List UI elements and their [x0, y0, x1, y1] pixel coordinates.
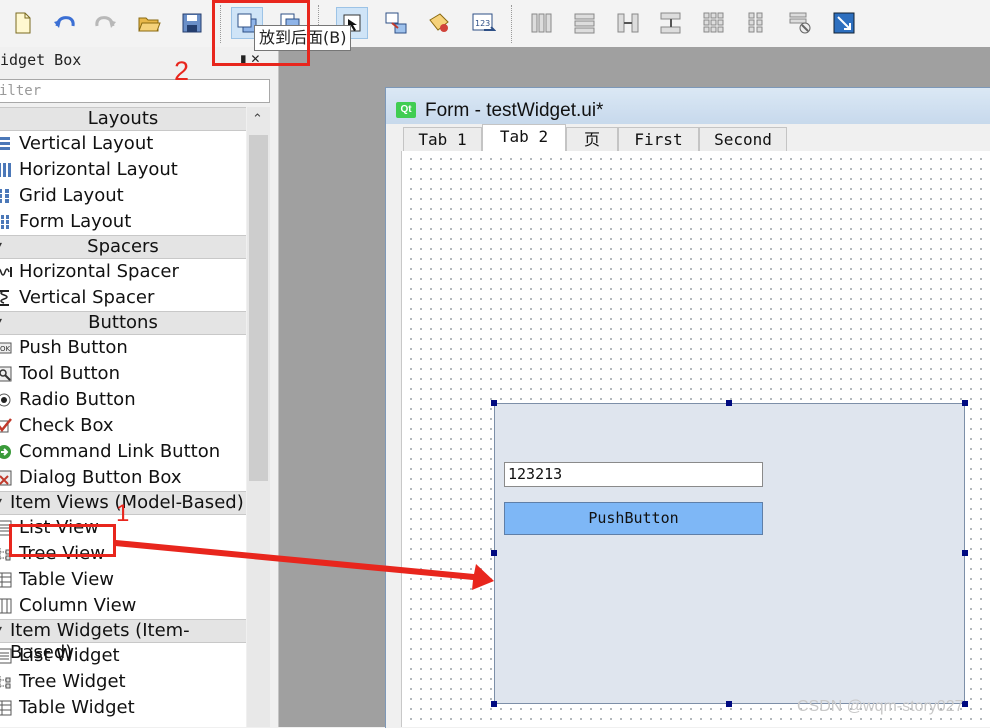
list-item[interactable]: Table View — [0, 567, 246, 593]
list-item[interactable]: Command Link Button — [0, 439, 246, 465]
layout-form-icon[interactable] — [741, 7, 773, 39]
list-item[interactable]: Radio Button — [0, 387, 246, 413]
filter-input[interactable]: ilter — [0, 79, 270, 103]
layout-horizontally-icon[interactable] — [526, 7, 558, 39]
resize-handle[interactable] — [962, 550, 968, 556]
dialog-button-box-icon — [0, 470, 12, 486]
tab-1[interactable]: Tab 1 — [403, 127, 482, 151]
save-icon[interactable] — [176, 7, 208, 39]
annotation-step-2: 2 — [174, 56, 190, 86]
category-header[interactable]: ▾Spacers — [0, 235, 246, 259]
resize-handle[interactable] — [726, 400, 732, 406]
list-widget-icon — [0, 648, 12, 664]
list-item[interactable]: List Widget — [0, 643, 246, 669]
list-item[interactable]: Dialog Button Box — [0, 465, 246, 491]
widget-list-scrollbar[interactable]: ⌃ — [247, 107, 270, 727]
break-layout-icon[interactable] — [784, 7, 816, 39]
list-item[interactable]: Vertical Layout — [0, 131, 246, 157]
resize-handle[interactable] — [491, 400, 497, 406]
selected-container-widget[interactable] — [494, 403, 965, 704]
category-header[interactable]: ▾Buttons — [0, 311, 246, 335]
annotation-highlight-list-view — [9, 524, 116, 557]
edit-signals-slots-icon[interactable] — [380, 7, 412, 39]
edit-buddies-icon[interactable] — [423, 7, 455, 39]
resize-handle[interactable] — [491, 701, 497, 707]
radio-button-icon — [0, 393, 11, 407]
tab-3[interactable]: 页 — [566, 127, 618, 151]
qt-logo-icon: Qt — [396, 102, 416, 118]
vertical-spacer-icon — [0, 290, 9, 306]
push-button-icon: OK — [0, 342, 12, 354]
widget-box-title: idget Box — [0, 51, 82, 69]
layout-grid-icon[interactable] — [698, 7, 730, 39]
form-layout-icon — [1, 215, 9, 229]
push-button[interactable]: PushButton — [504, 502, 763, 535]
resize-handle[interactable] — [491, 550, 497, 556]
toolbar: 123 — [0, 0, 990, 48]
check-box-icon — [0, 418, 12, 433]
new-file-icon[interactable] — [6, 7, 38, 39]
widget-box-panel: idget Box ▮ ✕ ilter Layouts Vertical Lay… — [0, 47, 279, 727]
vertical-layout-icon — [0, 137, 10, 150]
list-item[interactable]: Column View — [0, 593, 246, 619]
tab-second[interactable]: Second — [699, 127, 787, 151]
adjust-size-icon[interactable] — [828, 7, 860, 39]
grid-layout-icon — [0, 189, 9, 203]
resize-handle[interactable] — [962, 400, 968, 406]
annotation-highlight-toolbar — [212, 0, 310, 66]
command-link-button-icon — [0, 445, 11, 459]
svg-text:123: 123 — [475, 19, 490, 28]
tab-2[interactable]: Tab 2 — [482, 124, 566, 151]
category-header[interactable]: Layouts — [0, 107, 246, 131]
collapse-arrow-icon: ▾ — [0, 619, 2, 641]
undo-icon[interactable] — [48, 7, 80, 39]
tool-button-icon — [0, 366, 12, 382]
annotation-step-1: 1 — [116, 500, 130, 527]
list-item[interactable]: Table Widget — [0, 695, 246, 721]
table-view-icon — [0, 572, 12, 588]
layout-horizontal-splitter-icon[interactable] — [612, 7, 644, 39]
list-item[interactable]: Grid Layout — [0, 183, 246, 209]
list-item[interactable]: Tool Button — [0, 361, 246, 387]
tree-widget-icon — [0, 676, 11, 689]
tab-first[interactable]: First — [618, 127, 699, 151]
layout-vertical-splitter-icon[interactable] — [655, 7, 687, 39]
resize-handle[interactable] — [726, 701, 732, 707]
redo-icon[interactable] — [90, 7, 122, 39]
list-item[interactable]: Horizontal Layout — [0, 157, 246, 183]
form-title-bar[interactable]: Qt Form - testWidget.ui* — [386, 88, 990, 124]
svg-text:OK: OK — [0, 345, 11, 353]
horizontal-layout-icon — [0, 163, 11, 177]
list-item[interactable]: Form Layout — [0, 209, 246, 235]
line-edit[interactable]: 123213 — [504, 462, 763, 487]
column-view-icon — [0, 598, 12, 614]
collapse-arrow-icon: ▾ — [0, 235, 2, 257]
list-item[interactable]: Tree Widget — [0, 669, 246, 695]
list-item[interactable]: Horizontal Spacer — [0, 259, 246, 285]
toolbar-separator — [511, 5, 513, 43]
list-item[interactable]: OK Push Button — [0, 335, 246, 361]
edit-tab-order-icon[interactable]: 123 — [467, 7, 499, 39]
form-title: Form - testWidget.ui* — [425, 100, 604, 121]
horizontal-spacer-icon — [0, 267, 12, 277]
watermark: CSDN @wqm-story027 — [797, 698, 964, 715]
scroll-up-arrow-icon[interactable]: ⌃ — [252, 112, 263, 127]
category-header[interactable]: ▾Item Widgets (Item-Based) — [0, 619, 246, 663]
collapse-arrow-icon: ▾ — [0, 491, 2, 513]
collapse-arrow-icon: ▾ — [0, 311, 2, 333]
list-item[interactable]: Vertical Spacer — [0, 285, 246, 311]
table-widget-icon — [0, 700, 12, 716]
open-folder-icon[interactable] — [133, 7, 165, 39]
scrollbar-thumb[interactable] — [249, 135, 268, 481]
list-item[interactable]: Check Box — [0, 413, 246, 439]
widget-list: Layouts Vertical Layout Horizontal Layou… — [0, 107, 246, 727]
layout-vertically-icon[interactable] — [569, 7, 601, 39]
